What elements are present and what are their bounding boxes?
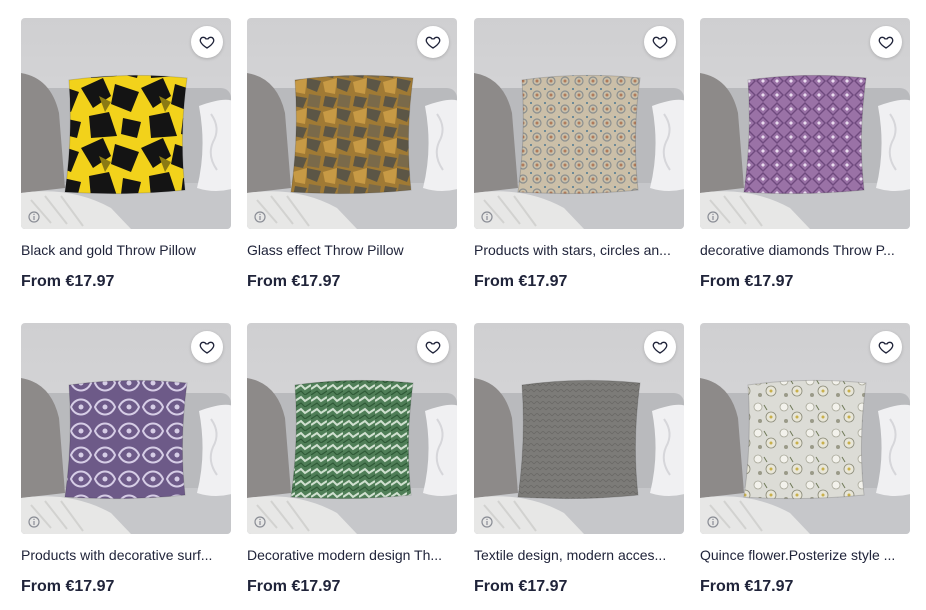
product-price: From €17.97 xyxy=(21,578,115,595)
product-card[interactable]: Quince flower.Posterize style ... From €… xyxy=(700,323,910,595)
product-price: From €17.97 xyxy=(474,578,568,595)
product-price: From €17.97 xyxy=(247,273,341,290)
product-title[interactable]: Decorative modern design Th... xyxy=(247,546,457,564)
product-image[interactable] xyxy=(21,18,231,229)
heart-outline-icon xyxy=(425,34,441,50)
product-price: From €17.97 xyxy=(474,273,568,290)
info-circle-icon[interactable] xyxy=(481,210,493,223)
favorite-button[interactable] xyxy=(870,26,902,58)
heart-outline-icon xyxy=(652,339,668,355)
product-title[interactable]: Quince flower.Posterize style ... xyxy=(700,546,910,564)
product-title[interactable]: Black and gold Throw Pillow xyxy=(21,241,231,259)
product-card[interactable]: Glass effect Throw Pillow From €17.97 xyxy=(247,18,457,290)
info-circle-icon[interactable] xyxy=(707,515,719,528)
product-card[interactable]: Textile design, modern acces... From €17… xyxy=(474,323,684,595)
product-image[interactable] xyxy=(247,323,457,534)
favorite-button[interactable] xyxy=(644,26,676,58)
info-circle-icon[interactable] xyxy=(481,515,493,528)
favorite-button[interactable] xyxy=(191,331,223,363)
info-circle-icon[interactable] xyxy=(254,515,266,528)
heart-outline-icon xyxy=(652,34,668,50)
info-circle-icon[interactable] xyxy=(28,210,40,223)
product-image[interactable] xyxy=(700,323,910,534)
favorite-button[interactable] xyxy=(417,26,449,58)
info-circle-icon[interactable] xyxy=(254,210,266,223)
product-image[interactable] xyxy=(247,18,457,229)
product-image[interactable] xyxy=(700,18,910,229)
product-title[interactable]: Products with decorative surf... xyxy=(21,546,231,564)
product-card[interactable]: Black and gold Throw Pillow From €17.97 xyxy=(21,18,231,290)
product-price: From €17.97 xyxy=(700,273,794,290)
product-price: From €17.97 xyxy=(21,273,115,290)
product-image[interactable] xyxy=(474,323,684,534)
product-image[interactable] xyxy=(21,323,231,534)
product-card[interactable]: decorative diamonds Throw P... From €17.… xyxy=(700,18,910,290)
heart-outline-icon xyxy=(878,339,894,355)
product-title[interactable]: Products with stars, circles an... xyxy=(474,241,684,259)
info-circle-icon[interactable] xyxy=(707,210,719,223)
product-title[interactable]: decorative diamonds Throw P... xyxy=(700,241,910,259)
favorite-button[interactable] xyxy=(870,331,902,363)
favorite-button[interactable] xyxy=(644,331,676,363)
product-card[interactable]: Products with stars, circles an... From … xyxy=(474,18,684,290)
product-title[interactable]: Glass effect Throw Pillow xyxy=(247,241,457,259)
heart-outline-icon xyxy=(425,339,441,355)
product-card[interactable]: Decorative modern design Th... From €17.… xyxy=(247,323,457,595)
product-card[interactable]: Products with decorative surf... From €1… xyxy=(21,323,231,595)
product-title[interactable]: Textile design, modern acces... xyxy=(474,546,684,564)
heart-outline-icon xyxy=(199,339,215,355)
favorite-button[interactable] xyxy=(191,26,223,58)
product-price: From €17.97 xyxy=(700,578,794,595)
heart-outline-icon xyxy=(199,34,215,50)
product-image[interactable] xyxy=(474,18,684,229)
product-price: From €17.97 xyxy=(247,578,341,595)
favorite-button[interactable] xyxy=(417,331,449,363)
info-circle-icon[interactable] xyxy=(28,515,40,528)
heart-outline-icon xyxy=(878,34,894,50)
